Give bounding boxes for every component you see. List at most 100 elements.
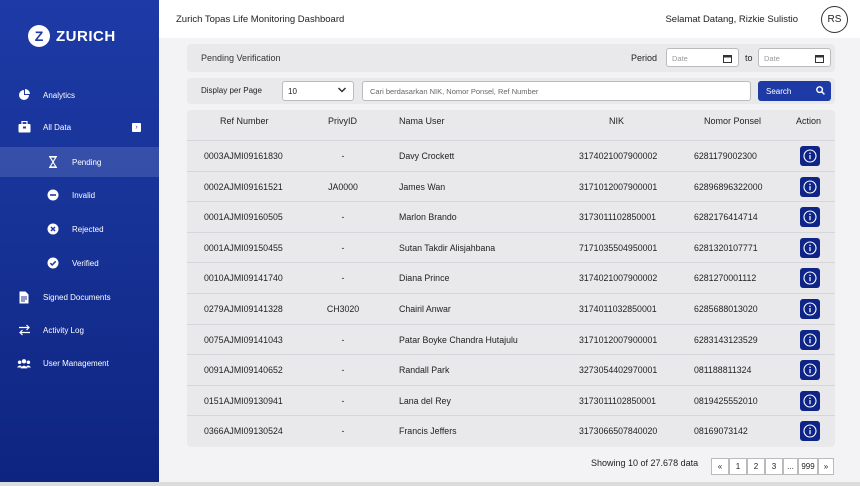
info-icon [803, 424, 817, 438]
sidebar-item-activity-log[interactable]: Activity Log [0, 315, 159, 345]
brand-logo[interactable]: Z ZURICH [28, 25, 116, 47]
nama-user-cell: Davy Crockett [399, 151, 455, 161]
start-date-input[interactable]: Date [666, 48, 739, 67]
nama-user-cell: Chairil Anwar [399, 304, 451, 314]
privy-id-cell: - [341, 426, 345, 437]
table-row[interactable]: 0366AJMI09130524 - Francis Jeffers 31730665… [187, 415, 835, 447]
users-icon [17, 356, 31, 370]
verification-header-panel: Pending Verification Period Date to Date [187, 44, 835, 72]
info-icon [803, 333, 817, 347]
sidebar-item-label: Verified [72, 258, 99, 268]
search-input[interactable]: Cari berdasarkan NIK, Nomor Ponsel, Ref … [362, 81, 751, 101]
sidebar-item-user-management[interactable]: User Management [0, 348, 159, 378]
sidebar-item-verified[interactable]: Verified [0, 248, 159, 278]
info-button[interactable] [800, 390, 820, 411]
pagination-page[interactable]: 2 [747, 458, 765, 475]
table-row[interactable]: 0075AJMI09141043 - Patar Boyke Chandra Hut… [187, 323, 835, 356]
pagination-prev-button[interactable]: « [711, 458, 729, 475]
column-header: Action [796, 116, 822, 126]
sidebar-item-label: Activity Log [43, 325, 84, 335]
check-circle-icon [46, 256, 60, 270]
column-header[interactable]: Nomor Ponsel [704, 116, 761, 126]
table-row[interactable]: 0151AJMI09130941 - Lana del Rey 31730111028… [187, 384, 835, 417]
info-icon [803, 302, 817, 316]
info-icon [803, 180, 817, 194]
privy-id-cell: - [341, 242, 345, 253]
table-row[interactable]: 0001AJMI09150455 - Sutan Takdir Alisjahban… [187, 231, 835, 264]
search-button[interactable]: Search [758, 81, 831, 101]
document-icon [17, 290, 31, 304]
column-header[interactable]: PrivyID [328, 116, 357, 126]
calendar-icon[interactable] [723, 54, 732, 65]
period-label: Period [631, 53, 658, 63]
nama-user-cell: Randall Park [399, 365, 450, 376]
expand-icon[interactable]: › [132, 122, 141, 132]
nik-cell: 3171012007900001 [579, 334, 658, 345]
privy-id-cell: - [341, 334, 345, 345]
sidebar-item-signed-documents[interactable]: Signed Documents [0, 282, 159, 312]
per-page-select[interactable]: 10 [282, 81, 354, 101]
sidebar-item-all-data[interactable]: All Data › [0, 112, 159, 142]
search-icon [816, 86, 825, 97]
pagination-next-button[interactable]: » [818, 458, 834, 475]
sidebar-item-analytics[interactable]: Analytics [0, 80, 159, 110]
table-row[interactable]: 0091AJMI09140652 - Randall Park 32730544029… [187, 354, 835, 386]
info-button[interactable] [800, 360, 820, 381]
pagination-page[interactable]: 3 [765, 458, 783, 475]
sidebar-item-rejected[interactable]: Rejected [0, 214, 159, 244]
nama-user-cell: James Wan [399, 181, 446, 192]
nama-user-cell: Marlon Brando [399, 212, 457, 223]
info-icon [803, 394, 817, 408]
info-button[interactable] [800, 207, 820, 228]
ref-number-cell: 0010AJMI09141740 [204, 273, 283, 284]
privy-id-cell: CH3020 [326, 304, 360, 314]
ref-number-cell: 0366AJMI09130524 [204, 426, 283, 437]
avatar[interactable]: RS [821, 6, 848, 33]
pagination-ellipsis: ... [783, 458, 798, 475]
table-header: Ref Number PrivyID Nama User NIK Nomor P… [187, 110, 835, 140]
date-placeholder: Date [672, 54, 688, 63]
table-row[interactable]: 0003AJMI09161830 - Davy Crockett 3174021007… [187, 140, 835, 172]
column-header[interactable]: NIK [609, 116, 624, 126]
nama-user-cell: Sutan Takdir Alisjahbana [399, 242, 496, 253]
info-button[interactable] [800, 268, 820, 289]
column-header[interactable]: Nama User [399, 116, 445, 126]
ref-number-cell: 0003AJMI09161830 [204, 151, 283, 161]
table-row[interactable]: 0002AJMI09161521 JA0000 James Wan 317101200… [187, 170, 835, 203]
column-header[interactable]: Ref Number [220, 116, 269, 126]
section-title: Pending Verification [201, 53, 281, 63]
info-button[interactable] [800, 299, 820, 319]
pagination-page[interactable]: 1 [729, 458, 747, 475]
sidebar-item-pending[interactable]: Pending [0, 147, 159, 177]
calendar-icon[interactable] [815, 54, 824, 65]
pagination-page[interactable]: 999 [798, 458, 818, 475]
page-title: Zurich Topas Life Monitoring Dashboard [176, 14, 345, 25]
ref-number-cell: 0002AJMI09161521 [204, 181, 283, 192]
ref-number-cell: 0151AJMI09130941 [204, 395, 283, 406]
sidebar-item-label: Rejected [72, 224, 104, 234]
end-date-input[interactable]: Date [758, 48, 831, 67]
per-page-value: 10 [288, 87, 297, 96]
search-button-label: Search [766, 87, 792, 96]
table-row[interactable]: 0279AJMI09141328 CH3020 Chairil Anwar 31740… [187, 293, 835, 325]
nomor-ponsel-cell: 6285688013020 [694, 304, 758, 314]
display-per-page-label: Display per Page [201, 86, 262, 95]
ref-number-cell: 0279AJMI09141328 [204, 304, 283, 314]
sidebar-item-invalid[interactable]: Invalid [0, 180, 159, 210]
sidebar-item-label: User Management [43, 358, 109, 368]
bottom-scrollbar[interactable] [0, 482, 860, 486]
ref-number-cell: 0091AJMI09140652 [204, 365, 283, 376]
data-table: Ref Number PrivyID Nama User NIK Nomor P… [187, 110, 835, 447]
info-button[interactable] [800, 146, 820, 166]
hourglass-icon [46, 155, 60, 169]
info-button[interactable] [800, 329, 820, 350]
sidebar-item-label: Invalid [72, 190, 96, 200]
info-button[interactable] [800, 176, 820, 197]
privy-id-cell: - [341, 395, 345, 406]
table-row[interactable]: 0001AJMI09160505 - Marlon Brando 3173011102… [187, 201, 835, 233]
info-button[interactable] [800, 421, 820, 442]
info-button[interactable] [800, 237, 820, 258]
table-row[interactable]: 0010AJMI09141740 - Diana Prince 31740210079… [187, 262, 835, 294]
info-icon [803, 241, 817, 255]
nik-cell: 3173011102850001 [579, 395, 656, 406]
